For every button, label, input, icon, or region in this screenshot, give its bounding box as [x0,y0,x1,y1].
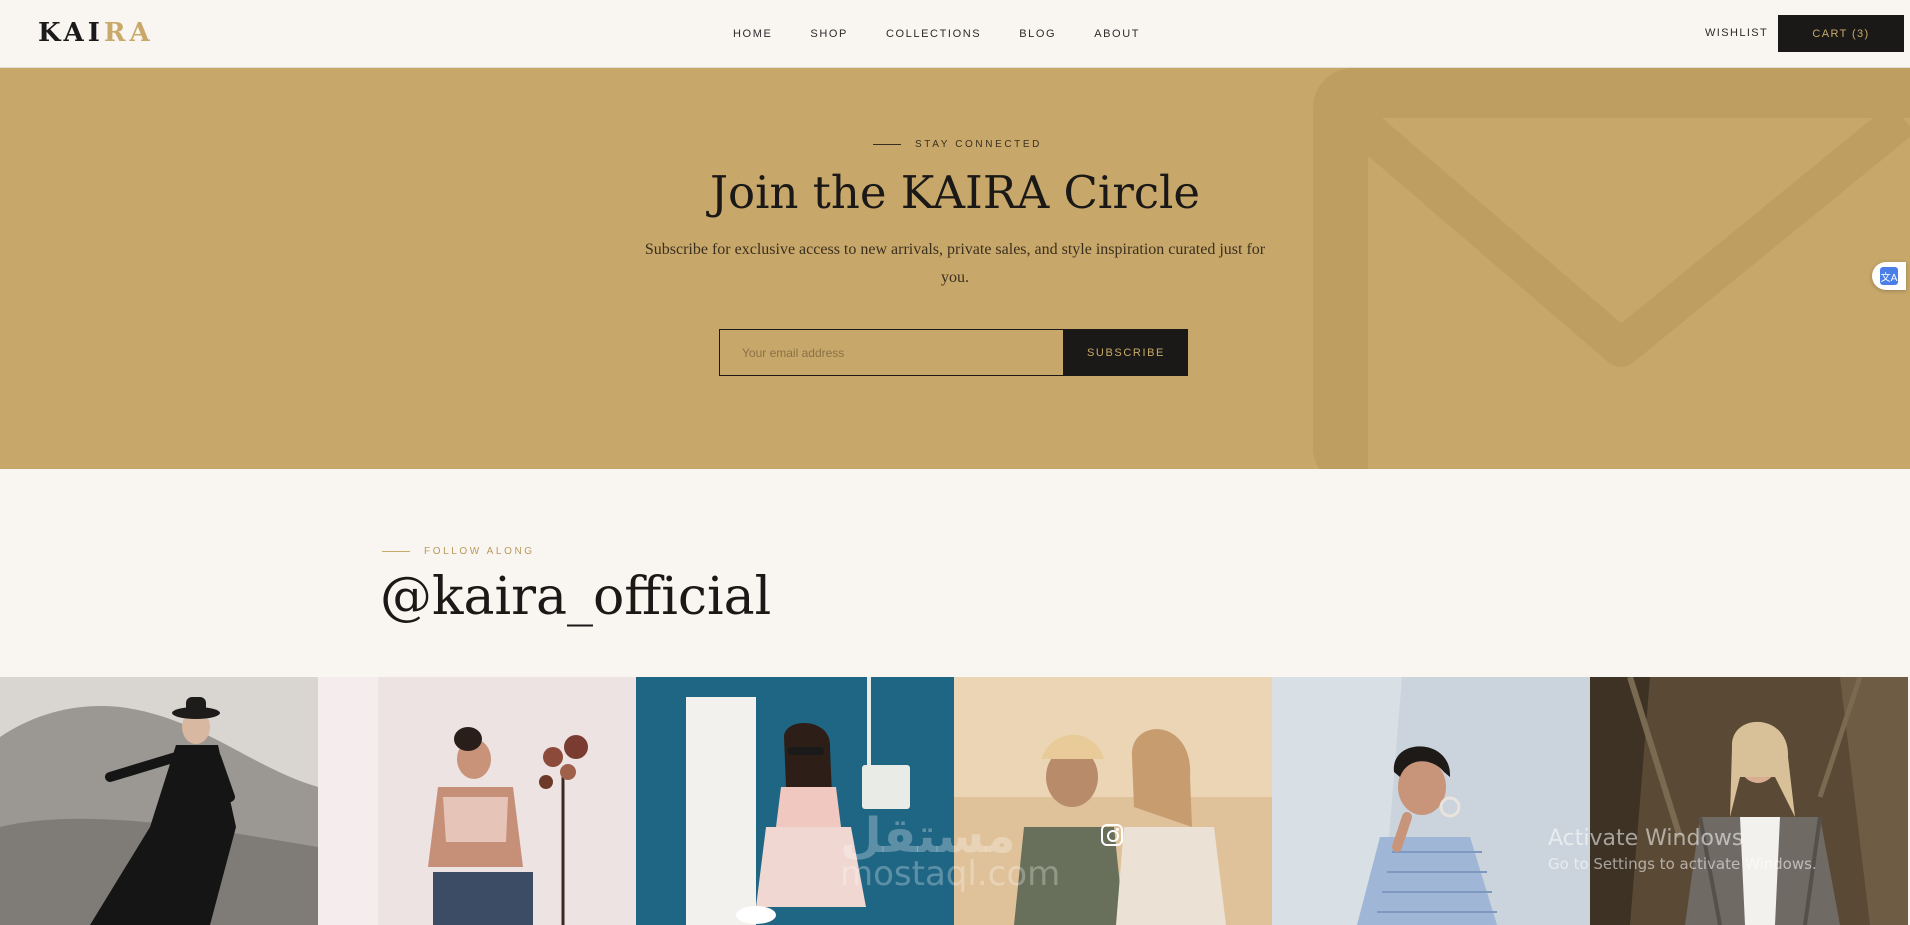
newsletter-title: Join the KAIRA Circle [709,166,1201,219]
activate-windows-overlay: Activate Windows Go to Settings to activ… [1548,826,1817,873]
newsletter-eyebrow: STAY CONNECTED [873,139,1042,150]
nav-collections[interactable]: COLLECTIONS [886,28,981,40]
photo-woman-tweed-blazer [1590,677,1908,925]
subscribe-button[interactable]: SUBSCRIBE [1064,329,1188,376]
nav-blog[interactable]: BLOG [1019,28,1056,40]
watermark: مستقل mostaql.com [840,808,1061,894]
divider-line [382,551,410,552]
gallery-tile[interactable] [318,677,636,925]
site-header: KAIRA HOME SHOP COLLECTIONS BLOG ABOUT W… [0,0,1910,68]
gallery-tile[interactable] [1272,677,1590,925]
nav-shop[interactable]: SHOP [810,28,848,40]
instagram-icon[interactable] [1101,824,1123,846]
instagram-handle[interactable]: @kaira_official [380,567,771,627]
gallery-tile[interactable] [0,677,318,925]
newsletter-subtitle: Subscribe for exclusive access to new ar… [644,241,1266,286]
brand-logo[interactable]: KAIRA [38,18,154,48]
translate-widget[interactable]: 文A [1872,262,1906,290]
divider-line [873,144,901,145]
email-input[interactable] [719,329,1064,376]
gallery-tile[interactable] [1590,677,1908,925]
wishlist-link[interactable]: WISHLIST [1705,27,1768,39]
photo-woman-black-dress-hat [0,677,318,925]
nav-home[interactable]: HOME [733,28,772,40]
translate-icon: 文A [1880,267,1898,285]
main-nav: HOME SHOP COLLECTIONS BLOG ABOUT [733,28,1178,40]
newsletter-section: STAY CONNECTED Join the KAIRA Circle Sub… [0,68,1910,469]
subscribe-form: SUBSCRIBE [719,329,1188,376]
photo-woman-crop-top-flowers [318,677,636,925]
follow-eyebrow: FOLLOW ALONG [382,546,535,557]
envelope-icon [1313,68,1910,469]
nav-about[interactable]: ABOUT [1094,28,1140,40]
photo-woman-striped-shirt [1272,677,1590,925]
cart-button[interactable]: CART (3) [1778,15,1904,52]
